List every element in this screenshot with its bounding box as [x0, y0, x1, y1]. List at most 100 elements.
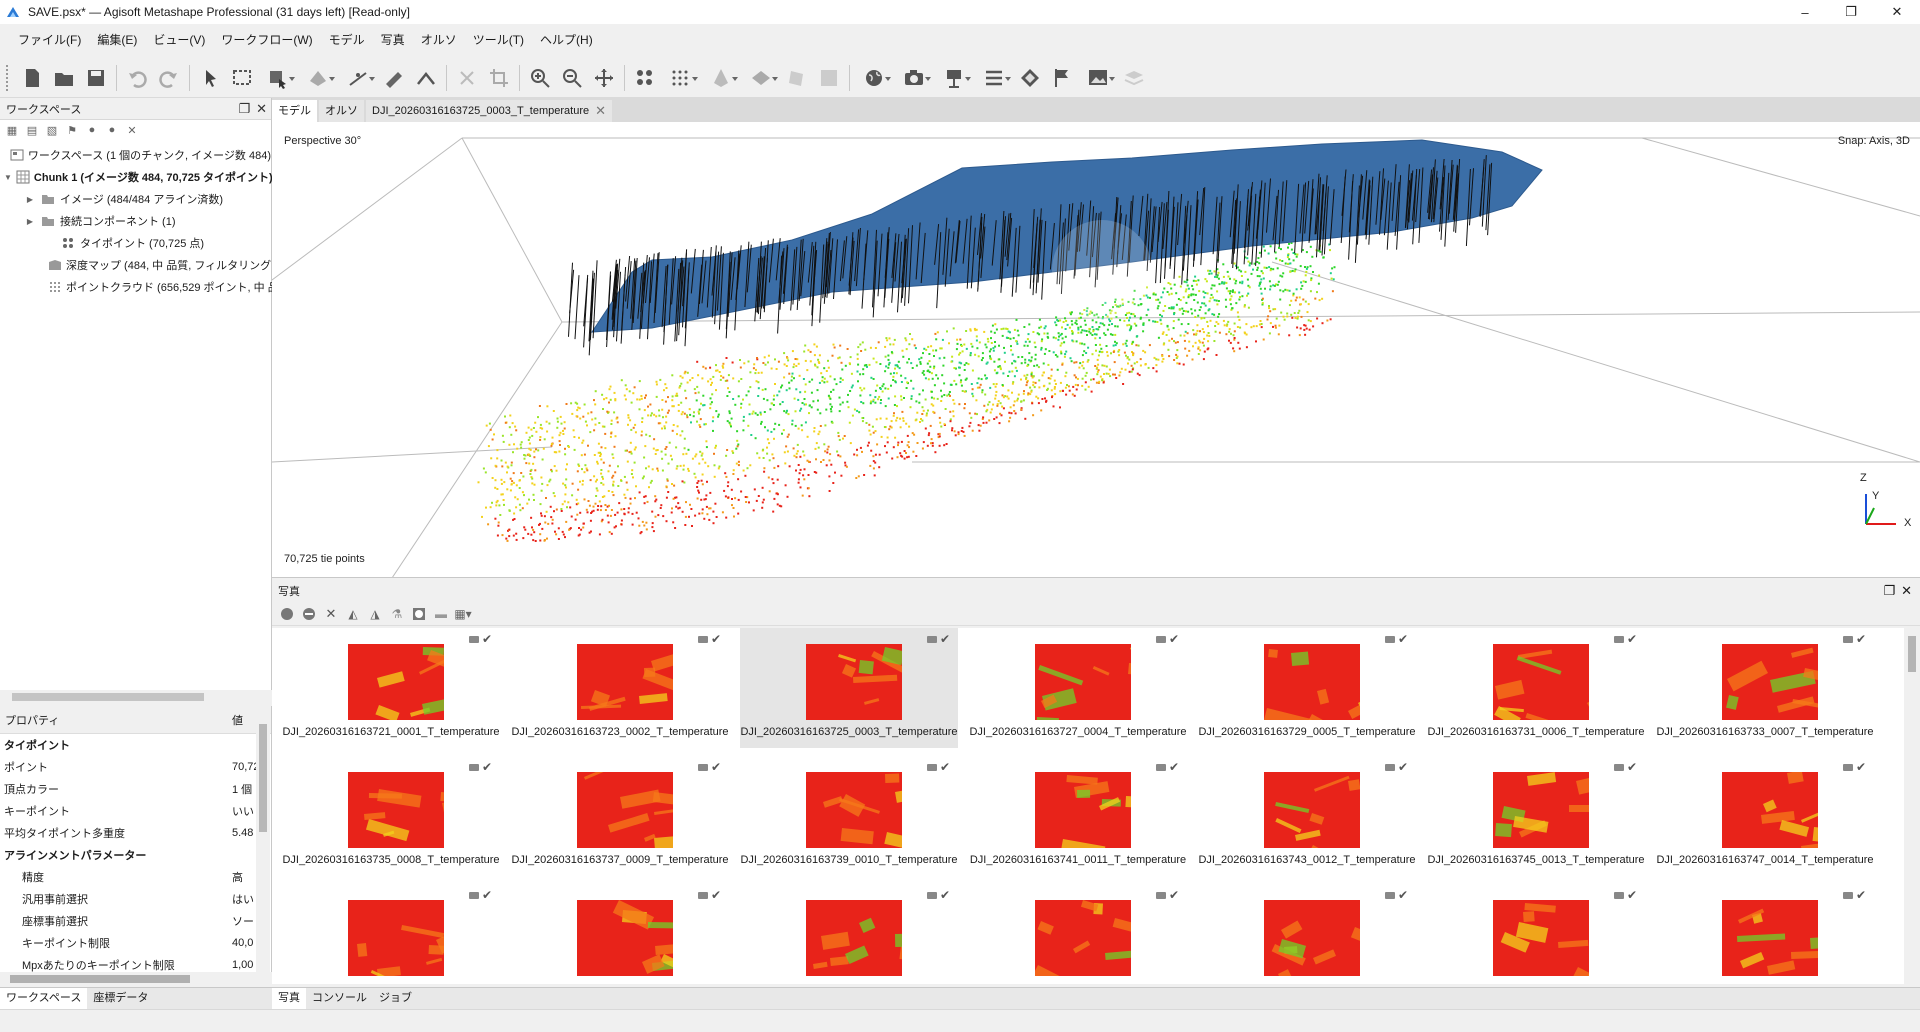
photo-thumbnail[interactable]: ✔ DJI_20260316163725_0003_T_temperature	[740, 628, 958, 748]
photo-thumbnail[interactable]: ✔ DJI_20260316163747_0014_T_temperature	[1656, 756, 1874, 876]
globe-icon[interactable]	[854, 62, 894, 94]
model-viewport[interactable]: Perspective 30° Snap: Axis, 3D 70,725 ti…	[272, 122, 1920, 578]
properties-vertical-scrollbar[interactable]	[256, 722, 270, 976]
photo-thumbnail[interactable]: ✔	[740, 884, 958, 984]
workspace-horizontal-scrollbar[interactable]	[0, 690, 272, 704]
photo-thumbnail[interactable]: ✔ DJI_20260316163729_0005_T_temperature	[1198, 628, 1416, 748]
tiled-model-icon[interactable]	[813, 62, 845, 94]
photo-thumbnail[interactable]: ✔ DJI_20260316163731_0006_T_temperature	[1427, 628, 1645, 748]
photos-undock-icon[interactable]: ❐	[1883, 583, 1895, 599]
navigation-sphere[interactable]	[1052, 220, 1152, 320]
tab-workspace[interactable]: ワークスペース	[0, 988, 88, 1009]
photo-thumbnail[interactable]: ✔	[282, 884, 500, 984]
tab-model[interactable]: モデル	[272, 100, 317, 122]
photo-thumbnail[interactable]: ✔	[1656, 884, 1874, 984]
property-row[interactable]: 座標事前選択 ソー	[0, 910, 271, 932]
region-icon[interactable]	[1014, 62, 1046, 94]
ruler-icon[interactable]	[378, 62, 410, 94]
move-icon[interactable]	[588, 62, 620, 94]
shape-dropdown-icon[interactable]	[298, 62, 338, 94]
photo-thumbnail[interactable]: ✔ DJI_20260316163745_0013_T_temperature	[1427, 756, 1645, 876]
menu-item-5[interactable]: 写真	[373, 29, 413, 51]
minimize-button[interactable]: –	[1782, 0, 1828, 24]
photo-thumbnail[interactable]: ✔	[969, 884, 1187, 984]
menu-item-6[interactable]: オルソ	[413, 29, 465, 51]
save-icon[interactable]	[80, 62, 112, 94]
photo-thumbnail[interactable]: ✔ DJI_20260316163721_0001_T_temperature	[282, 628, 500, 748]
property-row[interactable]: 汎用事前選択 はい	[0, 888, 271, 910]
camera-icon[interactable]	[894, 62, 934, 94]
photo-thumbnail[interactable]: ✔ DJI_20260316163739_0010_T_temperature	[740, 756, 958, 876]
expand-arrow-icon[interactable]: ▼	[4, 173, 12, 182]
tab-photos[interactable]: 写真	[272, 988, 306, 1009]
undock-icon[interactable]: ❐	[238, 101, 250, 117]
menu-item-3[interactable]: ワークフロー(W)	[213, 29, 320, 51]
photos-vertical-scrollbar[interactable]	[1904, 628, 1920, 984]
property-row[interactable]: ポイント 70,72	[0, 756, 271, 778]
tree-item[interactable]: ▶ イメージ (484/484 アライン済数)	[0, 188, 271, 210]
list-icon[interactable]	[974, 62, 1014, 94]
property-row[interactable]: キーポイント いい	[0, 800, 271, 822]
remove-icon[interactable]: ✕	[124, 123, 140, 137]
property-row[interactable]: 精度 高	[0, 866, 271, 888]
property-row[interactable]: アラインメントパラメーター	[0, 844, 271, 866]
tree-item[interactable]: ▼ Chunk 1 (イメージ数 484, 70,725 タイポイント)	[0, 166, 273, 188]
rotate-right-icon[interactable]: ◮	[366, 605, 384, 623]
crop-icon[interactable]	[483, 62, 515, 94]
camera-position-icon[interactable]	[934, 62, 974, 94]
property-column-header[interactable]: プロパティ	[0, 712, 232, 728]
selection-dropdown-icon[interactable]	[258, 62, 298, 94]
menu-item-2[interactable]: ビュー(V)	[145, 29, 213, 51]
remove-cameras-icon[interactable]: ✕	[322, 605, 340, 623]
zoom-out-icon[interactable]	[556, 62, 588, 94]
layers-icon[interactable]	[1118, 62, 1150, 94]
photo-thumbnail[interactable]: ✔ DJI_20260316163743_0012_T_temperature	[1198, 756, 1416, 876]
photo-thumbnail[interactable]: ✔ DJI_20260316163727_0004_T_temperature	[969, 628, 1187, 748]
reset-filter-icon[interactable]	[410, 605, 428, 623]
thumbnail-icon[interactable]: ▬	[432, 605, 450, 623]
tab-console[interactable]: コンソール	[306, 988, 373, 1009]
photo-thumbnail[interactable]: ✔	[511, 884, 729, 984]
close-button[interactable]: ✕	[1874, 0, 1920, 24]
tree-item[interactable]: ▶ 接続コンポーネント (1)	[0, 210, 271, 232]
add-chunk-icon[interactable]: ▦	[4, 123, 20, 137]
flag-icon[interactable]	[1046, 62, 1078, 94]
photo-thumbnail[interactable]: ✔ DJI_20260316163733_0007_T_temperature	[1656, 628, 1874, 748]
expand-arrow-icon[interactable]: ▶	[24, 217, 36, 226]
enable-cameras-icon[interactable]	[278, 605, 296, 623]
delete-icon[interactable]	[451, 62, 483, 94]
tree-item[interactable]: ポイントクラウド (656,529 ポイント, 中 品質)	[0, 276, 293, 298]
panel-close-icon[interactable]: ✕	[256, 101, 267, 117]
add-photos-icon[interactable]: ▤	[24, 123, 40, 137]
photo-thumbnail[interactable]: ✔	[1198, 884, 1416, 984]
tree-item[interactable]: ワークスペース (1 個のチャンク, イメージ数 484)	[0, 144, 271, 166]
tab-reference[interactable]: 座標データ	[87, 988, 154, 1009]
menu-item-4[interactable]: モデル	[321, 29, 373, 51]
property-row[interactable]: 平均タイポイント多重度 5.48	[0, 822, 271, 844]
expand-arrow-icon[interactable]: ▶	[24, 195, 36, 204]
menu-item-7[interactable]: ツール(T)	[465, 29, 532, 51]
surface-view-icon[interactable]	[741, 62, 781, 94]
toolbar-grip[interactable]	[6, 64, 10, 91]
rotate-left-icon[interactable]: ◭	[344, 605, 362, 623]
tab-close-icon[interactable]: ✕	[595, 100, 606, 122]
photo-thumbnail[interactable]: ✔ DJI_20260316163741_0011_T_temperature	[969, 756, 1187, 876]
draw-line-icon[interactable]	[338, 62, 378, 94]
redo-icon[interactable]	[153, 62, 185, 94]
navigation-arrow-icon[interactable]	[194, 62, 226, 94]
value-column-header[interactable]: 値	[232, 712, 243, 728]
zoom-in-icon[interactable]	[524, 62, 556, 94]
model-view-icon[interactable]	[701, 62, 741, 94]
disable-icon[interactable]: ●	[104, 123, 120, 137]
tree-item[interactable]: 深度マップ (484, 中 品質, フィルタリング 弱)	[0, 254, 289, 276]
photo-thumbnail[interactable]: ✔	[1427, 884, 1645, 984]
menu-item-8[interactable]: ヘルプ(H)	[532, 29, 601, 51]
property-row[interactable]: タイポイント	[0, 734, 271, 756]
texture-icon[interactable]	[781, 62, 813, 94]
new-file-icon[interactable]	[16, 62, 48, 94]
point-cloud-view-icon[interactable]	[661, 62, 701, 94]
image-icon[interactable]	[1078, 62, 1118, 94]
property-row[interactable]: キーポイント制限 40,0	[0, 932, 271, 954]
polyline-icon[interactable]	[410, 62, 442, 94]
maximize-button[interactable]: ❐	[1828, 0, 1874, 24]
